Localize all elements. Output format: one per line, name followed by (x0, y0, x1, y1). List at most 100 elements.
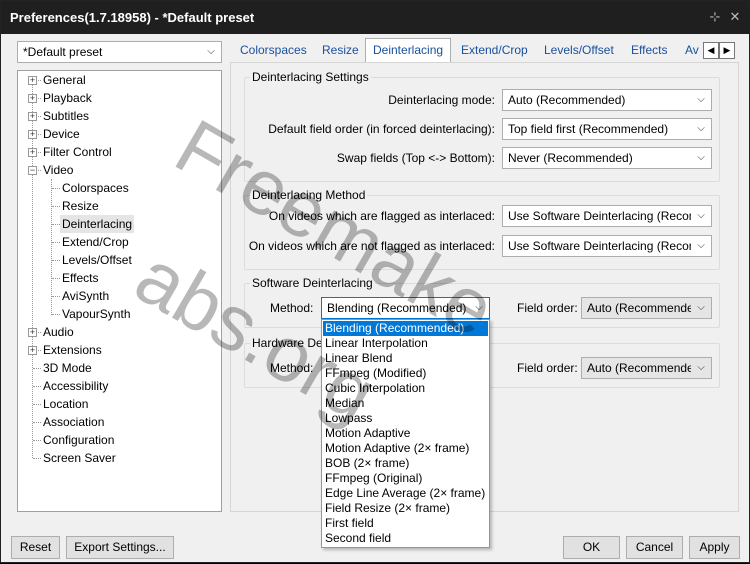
method-option[interactable]: Field Resize (2× frame) (323, 501, 488, 516)
preset-combo[interactable]: *Default preset ⌵ (17, 41, 222, 63)
tree-item-extensions[interactable]: Extensions (41, 341, 104, 359)
pin-icon[interactable]: ⊹ (707, 9, 723, 25)
method-option[interactable]: Motion Adaptive (323, 426, 488, 441)
expand-icon[interactable]: + (28, 346, 37, 355)
reset-button-label: Reset (19, 540, 52, 554)
tree-item-label: Subtitles (43, 109, 90, 123)
hardware-field-order-label: Field order: (517, 361, 578, 375)
tree-item-effects[interactable]: Effects (60, 269, 100, 287)
chevron-down-icon: ⌵ (691, 298, 711, 318)
tree-item-resize[interactable]: Resize (60, 197, 101, 215)
flagged-interlaced-value: Use Software Deinterlacing (Recom (508, 209, 699, 223)
tree-item-general[interactable]: General (41, 71, 88, 89)
tree-item-deinterlacing[interactable]: Deinterlacing (60, 215, 135, 233)
chevron-down-icon: ⌵ (691, 90, 711, 110)
method-dropdown-list[interactable]: Blending (Recommended) Linear Interpolati… (321, 319, 490, 548)
cancel-button[interactable]: Cancel (626, 536, 683, 559)
method-option[interactable]: Median (323, 396, 488, 411)
tree-item-label: Screen Saver (43, 451, 116, 465)
tab-colorspaces[interactable]: Colorspaces (240, 39, 307, 63)
tree-item-video[interactable]: Video (41, 161, 75, 179)
export-settings-button[interactable]: Export Settings... (66, 536, 174, 559)
tab-resize[interactable]: Resize (322, 39, 359, 63)
tab-extend-crop[interactable]: Extend/Crop (461, 39, 528, 63)
tree-item-playback[interactable]: Playback (41, 89, 94, 107)
tree-connector (33, 440, 41, 441)
deinterlacing-settings-title: Deinterlacing Settings (250, 70, 371, 84)
tree-item-levels-offset[interactable]: Levels/Offset (60, 251, 134, 269)
software-field-order-select[interactable]: Auto (Recommende ⌵ (581, 297, 712, 319)
not-flagged-interlaced-select[interactable]: Use Software Deinterlacing (Recom ⌵ (502, 235, 712, 257)
software-method-value: Blending (Recommended) (327, 301, 467, 315)
software-method-select[interactable]: Blending (Recommended) ⌵ (321, 297, 490, 319)
hardware-field-order-select[interactable]: Auto (Recommende ⌵ (581, 357, 712, 379)
tree-item-filter-control[interactable]: Filter Control (41, 143, 114, 161)
method-option[interactable]: Linear Blend (323, 351, 488, 366)
tree-item-label: Levels/Offset (62, 253, 132, 267)
tab-deinterlacing[interactable]: Deinterlacing (365, 38, 452, 64)
expand-icon[interactable]: + (28, 112, 37, 121)
method-option[interactable]: FFmpeg (Original) (323, 471, 488, 486)
expand-icon[interactable]: + (28, 94, 37, 103)
method-option[interactable]: Motion Adaptive (2× frame) (323, 441, 488, 456)
tree-item-colorspaces[interactable]: Colorspaces (60, 179, 131, 197)
method-option[interactable]: Second field (323, 531, 488, 546)
chevron-down-icon: ⌵ (691, 119, 711, 139)
tree-item-configuration[interactable]: Configuration (41, 431, 116, 449)
tab-effects[interactable]: Effects (631, 39, 667, 63)
tree-item-3d-mode[interactable]: 3D Mode (41, 359, 94, 377)
flagged-interlaced-select[interactable]: Use Software Deinterlacing (Recom ⌵ (502, 205, 712, 227)
expand-icon[interactable]: + (28, 130, 37, 139)
tree-item-subtitles[interactable]: Subtitles (41, 107, 91, 125)
tree-item-vapoursynth[interactable]: VapourSynth (60, 305, 133, 323)
hardware-field-order-value: Auto (Recommende (587, 361, 694, 375)
tree-item-audio[interactable]: Audio (41, 323, 76, 341)
tree-connector (52, 314, 60, 315)
method-option[interactable]: First field (323, 516, 488, 531)
expand-icon[interactable]: + (28, 76, 37, 85)
deinterlacing-mode-select[interactable]: Auto (Recommended) ⌵ (502, 89, 712, 111)
tree-item-label: Resize (62, 199, 99, 213)
ok-button[interactable]: OK (563, 536, 620, 559)
reset-button[interactable]: Reset (11, 536, 60, 559)
tree-item-label: General (43, 73, 86, 87)
tree-item-association[interactable]: Association (41, 413, 106, 431)
tab-scroll-right-button[interactable]: ▶ (719, 42, 735, 59)
default-field-order-select[interactable]: Top field first (Recommended) ⌵ (502, 118, 712, 140)
expand-icon[interactable]: + (28, 148, 37, 157)
chevron-down-icon: ⌵ (691, 148, 711, 168)
tree-item-extend-crop[interactable]: Extend/Crop (60, 233, 131, 251)
method-option[interactable]: Edge Line Average (2× frame) (323, 486, 488, 501)
swap-fields-select[interactable]: Never (Recommended) ⌵ (502, 147, 712, 169)
swap-fields-value: Never (Recommended) (508, 151, 633, 165)
tab-levels-offset[interactable]: Levels/Offset (544, 39, 614, 63)
not-flagged-interlaced-label: On videos which are not flagged as inter… (248, 239, 495, 253)
chevron-down-icon: ⌵ (469, 298, 489, 318)
tab-avisynth[interactable]: Av (685, 39, 699, 63)
tree-item-location[interactable]: Location (41, 395, 90, 413)
expand-icon[interactable]: + (28, 328, 37, 337)
collapse-icon[interactable]: − (28, 166, 37, 175)
method-option[interactable]: Linear Interpolation (323, 336, 488, 351)
tree-item-screen-saver[interactable]: Screen Saver (41, 449, 118, 467)
tree-item-device[interactable]: Device (41, 125, 82, 143)
method-option[interactable]: Cubic Interpolation (323, 381, 488, 396)
method-option[interactable]: Blending (Recommended) (323, 321, 488, 336)
method-option[interactable]: Lowpass (323, 411, 488, 426)
method-option[interactable]: BOB (2× frame) (323, 456, 488, 471)
close-icon[interactable]: ✕ (727, 9, 743, 25)
tree-connector (33, 422, 41, 423)
tree-connector (52, 260, 60, 261)
apply-button[interactable]: Apply (689, 536, 740, 559)
tree-item-label: Configuration (43, 433, 115, 447)
apply-button-label: Apply (699, 540, 730, 554)
tree-item-accessibility[interactable]: Accessibility (41, 377, 110, 395)
tree-item-label: Location (43, 397, 89, 411)
tree-item-label: Effects (62, 271, 99, 285)
method-option[interactable]: FFmpeg (Modified) (323, 366, 488, 381)
title-bar: Preferences(1.7.18958) - *Default preset… (1, 1, 749, 34)
tree-item-avisynth[interactable]: AviSynth (60, 287, 111, 305)
tab-scroll-left-button[interactable]: ◀ (703, 42, 719, 59)
chevron-down-icon: ⌵ (691, 358, 711, 378)
category-tree[interactable]: General + Playback + Subtitles + Device + Filter… (17, 70, 222, 512)
